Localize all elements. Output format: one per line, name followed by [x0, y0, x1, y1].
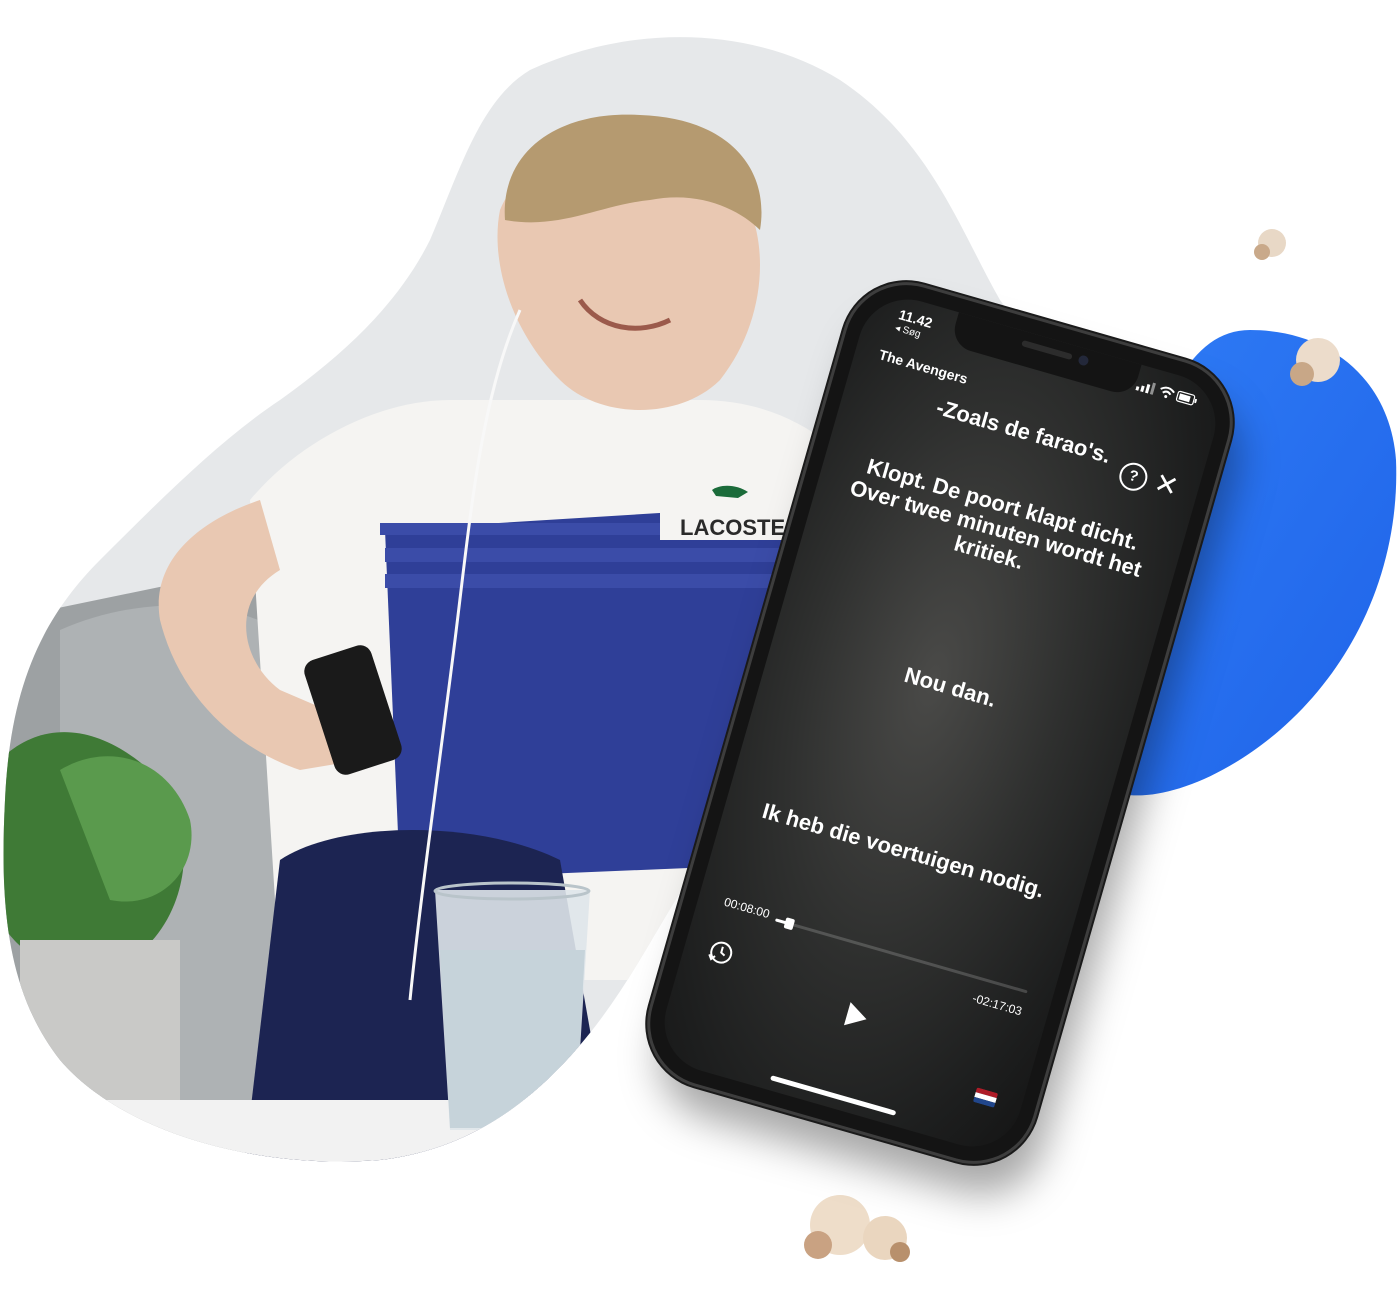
history-icon[interactable] [705, 937, 737, 969]
subtitle-line-3: Nou dan. [901, 661, 1000, 712]
subtitle-line-2: Klopt. De poort klapt dicht. Over twee m… [847, 453, 1145, 582]
play-icon[interactable] [837, 998, 874, 1035]
elapsed-time: 00:08:00 [722, 894, 772, 922]
home-indicator[interactable] [770, 1075, 897, 1116]
signal-icon [1135, 382, 1156, 395]
subtitle-line-4: Ik heb die voertuigen nodig. [759, 798, 1048, 903]
wifi-icon [1160, 386, 1175, 399]
speaker-grille [1021, 339, 1073, 361]
progress-bar[interactable] [774, 917, 1028, 994]
remaining-time: -02:17:03 [970, 990, 1024, 1019]
battery-icon [1175, 390, 1198, 406]
progress-scrubber[interactable] [783, 917, 796, 931]
scene-background: LACOSTE [3, 37, 1397, 1262]
front-camera [1077, 354, 1090, 367]
svg-text:LACOSTE: LACOSTE [680, 515, 785, 540]
nl-flag-icon[interactable] [972, 1087, 999, 1108]
status-icons [1135, 382, 1198, 406]
